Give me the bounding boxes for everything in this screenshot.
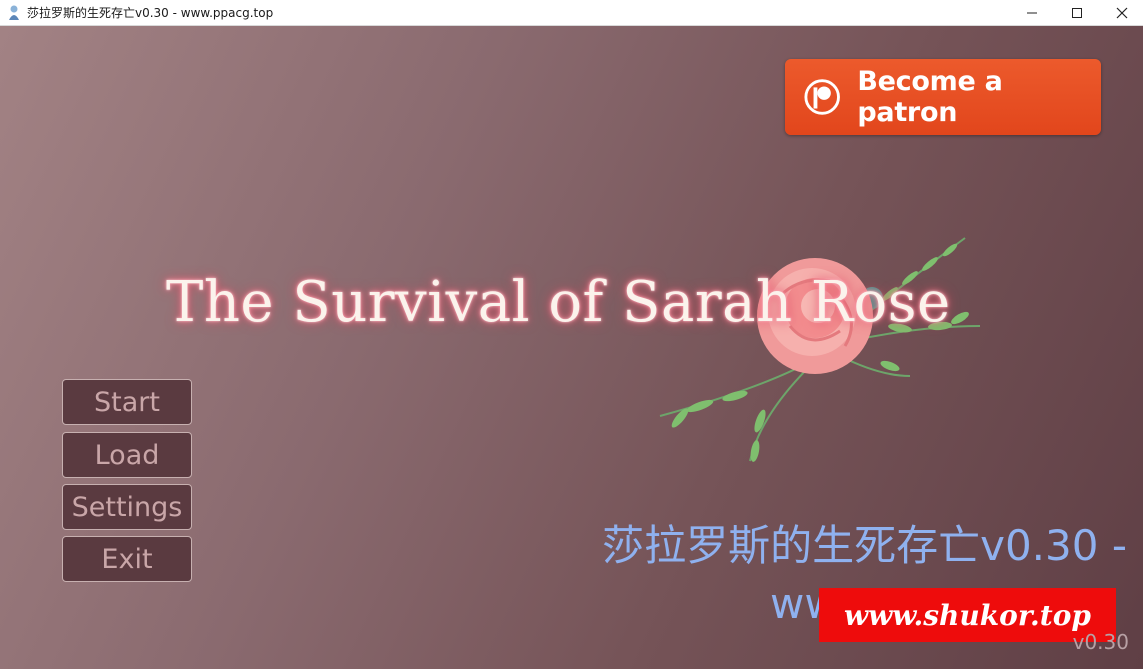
exit-button[interactable]: Exit bbox=[62, 536, 192, 582]
app-icon bbox=[9, 5, 19, 20]
maximize-icon bbox=[1072, 8, 1082, 18]
window-title-bar: 莎拉罗斯的生死存亡v0.30 - www.ppacg.top bbox=[0, 0, 1143, 26]
close-button[interactable] bbox=[1099, 0, 1143, 26]
close-icon bbox=[1116, 7, 1128, 19]
game-title: The Survival of Sarah Rose bbox=[166, 270, 951, 335]
watermark-banner: www.shukor.top bbox=[819, 588, 1116, 642]
patreon-logo-icon bbox=[804, 79, 840, 115]
rose-illustration bbox=[659, 237, 981, 462]
start-button[interactable]: Start bbox=[62, 379, 192, 425]
build-info-text: 莎拉罗斯的生死存亡v0.30 - bbox=[602, 521, 1127, 570]
maximize-button[interactable] bbox=[1054, 0, 1100, 26]
version-label: v0.30 bbox=[1072, 630, 1129, 654]
become-patron-label: Become a patron bbox=[857, 66, 1003, 128]
become-patron-button[interactable]: Become a patron bbox=[785, 59, 1101, 135]
minimize-button[interactable] bbox=[1009, 0, 1055, 26]
game-main-menu: Become a patron The Survival of Sarah Ro… bbox=[0, 26, 1143, 669]
window-title: 莎拉罗斯的生死存亡v0.30 - www.ppacg.top bbox=[27, 6, 274, 20]
load-button[interactable]: Load bbox=[62, 432, 192, 478]
minimize-icon bbox=[1027, 12, 1037, 14]
settings-button[interactable]: Settings bbox=[62, 484, 192, 530]
